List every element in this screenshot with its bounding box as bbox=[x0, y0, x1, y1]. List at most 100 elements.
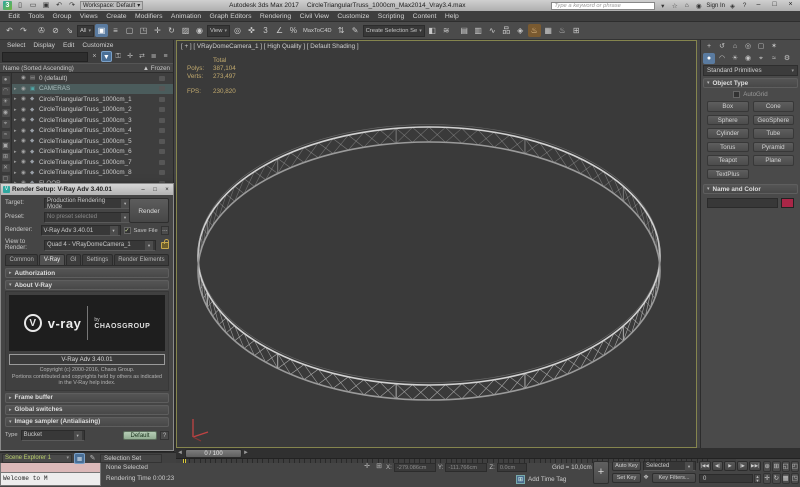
maxtoc4d-label[interactable]: MaxToC4D bbox=[301, 28, 334, 34]
list-item[interactable]: ◉ ▤ 0 (default) bbox=[12, 73, 173, 84]
plane-button[interactable]: Plane bbox=[752, 155, 794, 166]
menu-customize[interactable]: Customize bbox=[333, 13, 373, 20]
sign-in-button[interactable]: Sign In bbox=[706, 3, 725, 9]
unlink-icon[interactable]: ⊘ bbox=[49, 24, 62, 37]
zoom-region-icon[interactable]: ◰ bbox=[790, 461, 799, 472]
list-item[interactable]: ▸ ◉ ▣ CAMERAS bbox=[12, 83, 173, 94]
3dsmax-logo-icon[interactable]: 3 bbox=[3, 1, 12, 10]
selection-set-dropdown[interactable]: Selection Set bbox=[100, 453, 162, 463]
visibility-icon[interactable]: ◉ bbox=[21, 149, 28, 155]
selection-filter-dropdown[interactable]: All ▾ bbox=[77, 24, 94, 37]
view-to-render-dropdown[interactable]: Quad 4 - VRayDomeCamera_1 ▾ bbox=[44, 239, 156, 251]
visibility-icon[interactable]: ◉ bbox=[21, 117, 28, 123]
rendered-frame-icon[interactable]: ▦ bbox=[542, 24, 555, 37]
display-shapes-icon[interactable]: ◠ bbox=[0, 86, 11, 96]
search-input[interactable]: Type a keyword or phrase bbox=[551, 1, 656, 10]
scene-explorer-search-input[interactable] bbox=[2, 51, 88, 62]
menu-views[interactable]: Views bbox=[76, 13, 102, 20]
selection-lock-icon[interactable]: ✛ bbox=[362, 462, 372, 472]
clear-search-icon[interactable]: × bbox=[89, 51, 100, 62]
modify-tab-icon[interactable]: ↺ bbox=[716, 41, 728, 52]
utilities-tab-icon[interactable]: ✶ bbox=[768, 41, 780, 52]
dialog-titlebar[interactable]: V Render Setup: V-Ray Adv 3.40.01 – □ × bbox=[1, 184, 173, 195]
undo-quick-icon[interactable]: ↶ bbox=[54, 1, 64, 10]
display-tab-icon[interactable]: ▢ bbox=[755, 41, 767, 52]
geosphere-button[interactable]: GeoSphere bbox=[752, 114, 794, 125]
display-groups-icon[interactable]: ▣ bbox=[0, 141, 11, 151]
dialog-restore-button[interactable]: □ bbox=[151, 187, 159, 193]
time-slider-track[interactable]: ◄ 0 / 100 ► bbox=[176, 448, 800, 459]
absolute-mode-icon[interactable]: ⊞ bbox=[374, 462, 384, 472]
maxscript-listener[interactable]: Welcome to M bbox=[0, 473, 101, 486]
explorer-menu-edit[interactable]: Edit bbox=[60, 42, 77, 49]
visibility-icon[interactable]: ◉ bbox=[21, 107, 28, 113]
ref-coordsys-dropdown[interactable]: View ▾ bbox=[206, 24, 230, 37]
restore-button[interactable]: □ bbox=[768, 1, 781, 10]
select-rotate-icon[interactable]: ↻ bbox=[165, 24, 178, 37]
zoom-icon[interactable]: ⊕ bbox=[763, 461, 772, 472]
primitive-category-dropdown[interactable]: Standard Primitives ▾ bbox=[703, 65, 798, 76]
rollout-name-and-color[interactable]: ▾ Name and Color bbox=[703, 184, 798, 194]
hierarchy-mode-icon[interactable]: ≣ bbox=[148, 51, 159, 62]
scene-explorer-column-header[interactable]: Name (Sorted Ascending) ▲ Frozen bbox=[0, 63, 173, 73]
z-coordinate-field[interactable]: 0.0cm bbox=[496, 462, 527, 472]
percent-snap-icon[interactable]: % bbox=[287, 24, 300, 37]
filter-icon[interactable]: ▼ bbox=[100, 51, 112, 62]
curve-editor-icon[interactable]: ∿ bbox=[486, 24, 499, 37]
menu-content[interactable]: Content bbox=[408, 13, 440, 20]
select-move-icon[interactable]: ✛ bbox=[151, 24, 164, 37]
box-button[interactable]: Box bbox=[707, 101, 749, 112]
render-iterative-icon[interactable]: ⊞ bbox=[570, 24, 583, 37]
search-history-icon[interactable]: ▾ bbox=[658, 2, 667, 10]
display-bones-icon[interactable]: ✕ bbox=[0, 163, 11, 173]
zoom-all-icon[interactable]: ⊞ bbox=[772, 461, 781, 472]
tab-settings[interactable]: Settings bbox=[82, 254, 113, 265]
explorer-menu-display[interactable]: Display bbox=[30, 42, 58, 49]
rollout-object-type[interactable]: ▾ Object Type bbox=[703, 78, 798, 88]
menu-create[interactable]: Create bbox=[102, 13, 131, 20]
redo-icon[interactable]: ↷ bbox=[17, 24, 30, 37]
save-file-browse-button[interactable]: … bbox=[160, 226, 169, 235]
home-icon[interactable]: ⌂ bbox=[682, 2, 691, 9]
redo-quick-icon[interactable]: ↷ bbox=[67, 1, 77, 10]
display-lights-icon[interactable]: ☀ bbox=[0, 97, 11, 107]
list-item[interactable]: ▸ ◉ ◆ CircleTriangularTruss_1000cm_5 bbox=[12, 136, 173, 147]
rollout-authorization[interactable]: ▸ Authorization bbox=[5, 268, 169, 278]
frozen-toggle[interactable] bbox=[159, 128, 165, 134]
render-production-icon[interactable]: ♨ bbox=[556, 24, 569, 37]
list-item[interactable]: ▸ ◉ ◆ CircleTriangularTruss_1000cm_2 bbox=[12, 105, 173, 116]
tab-v-ray[interactable]: V-Ray bbox=[39, 254, 65, 265]
sync-selection-icon[interactable]: ⇄ bbox=[136, 51, 147, 62]
key-selection-dropdown[interactable]: Selected ▾ bbox=[643, 461, 696, 471]
object-color-swatch[interactable] bbox=[781, 198, 794, 208]
list-item[interactable]: ▸ ◉ ◆ CircleTriangularTruss_1000cm_3 bbox=[12, 115, 173, 126]
menu-group[interactable]: Group bbox=[48, 13, 75, 20]
display-geometry-icon[interactable]: ● bbox=[0, 75, 11, 85]
next-frame-arrow[interactable]: ► bbox=[242, 450, 250, 456]
material-editor-icon[interactable]: ◈ bbox=[514, 24, 527, 37]
display-spacewarps-icon[interactable]: ≈ bbox=[0, 130, 11, 140]
scene-explorer-selector-dropdown[interactable]: Scene Explorer 1 ▾ bbox=[2, 453, 72, 463]
frozen-toggle[interactable] bbox=[159, 117, 165, 123]
target-dropdown[interactable]: Production Rendering Mode ▾ bbox=[44, 198, 132, 210]
explorer-display-icon[interactable]: ≣ bbox=[74, 452, 85, 464]
display-helpers-icon[interactable]: ⌖ bbox=[0, 119, 11, 129]
display-cameras-icon[interactable]: ◉ bbox=[0, 108, 11, 118]
visibility-icon[interactable]: ◉ bbox=[21, 159, 28, 165]
default-button[interactable]: Default bbox=[123, 430, 157, 440]
edit-named-selections-icon[interactable]: ✎ bbox=[349, 24, 362, 37]
frozen-toggle[interactable] bbox=[159, 107, 165, 113]
frozen-toggle[interactable] bbox=[159, 159, 165, 165]
orbit-icon[interactable]: ↻ bbox=[772, 473, 781, 484]
display-xrefs-icon[interactable]: ⊞ bbox=[0, 152, 11, 162]
spacewarps-category-icon[interactable]: ≈ bbox=[768, 53, 780, 64]
save-file-icon[interactable]: ▣ bbox=[41, 1, 51, 10]
minimize-button[interactable]: – bbox=[752, 1, 765, 10]
add-time-tag-button[interactable]: Add Time Tag bbox=[528, 476, 566, 483]
menu-help[interactable]: Help bbox=[441, 13, 463, 20]
menu-graph-editors[interactable]: Graph Editors bbox=[205, 13, 255, 20]
prev-frame-button[interactable]: ◀| bbox=[711, 461, 724, 471]
edit-selection-set-icon[interactable]: ✎ bbox=[87, 453, 98, 464]
rollout-frame-buffer[interactable]: ▸ Frame buffer bbox=[5, 392, 169, 403]
list-item[interactable]: ▸ ◉ ◆ CircleTriangularTruss_1000cm_8 bbox=[12, 168, 173, 179]
